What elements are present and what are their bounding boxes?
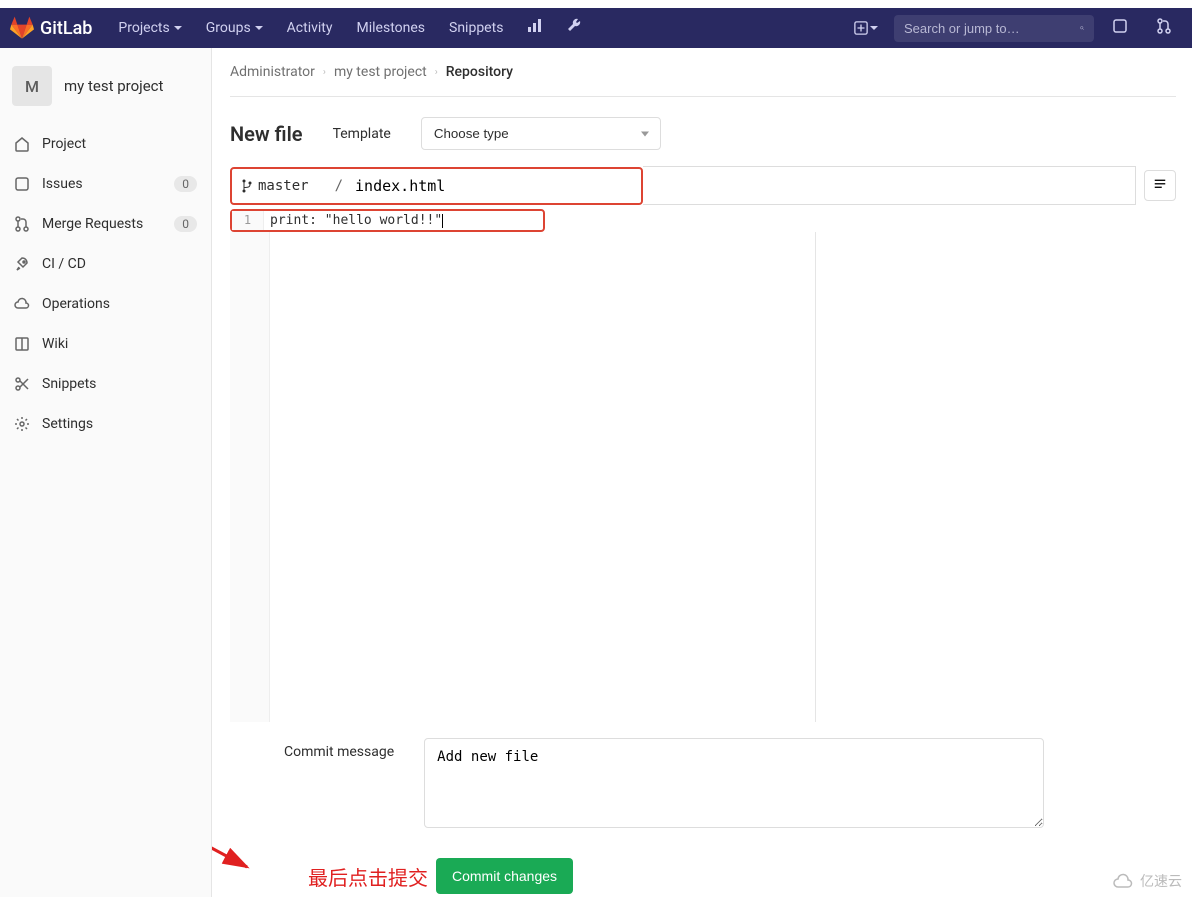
main-content: Administrator › my test project › Reposi…: [212, 48, 1192, 897]
filename-input[interactable]: [351, 175, 631, 197]
line-number: 1: [232, 211, 264, 230]
search-icon: [1080, 21, 1084, 35]
file-path-box: master /: [230, 167, 643, 205]
scissors-icon: [14, 376, 30, 392]
mr-count-badge: 0: [174, 216, 197, 232]
search-input[interactable]: [904, 21, 1080, 36]
sidebar-item-issues[interactable]: Issues 0: [0, 164, 211, 204]
code-editor-area[interactable]: [230, 232, 1176, 722]
editor-main[interactable]: [270, 232, 816, 722]
cloud-icon: [1112, 873, 1136, 889]
sidebar-item-cicd[interactable]: CI / CD: [0, 244, 211, 284]
sidebar-item-wiki[interactable]: Wiki: [0, 324, 211, 364]
path-extend-area: [643, 166, 1136, 205]
sidebar-project-header[interactable]: M my test project: [0, 56, 211, 116]
chevron-down-icon: [255, 26, 263, 30]
chevron-down-icon: [174, 26, 182, 30]
nav-issues-icon[interactable]: [1102, 8, 1138, 48]
nav-snippets[interactable]: Snippets: [439, 10, 513, 46]
nav-charts-icon[interactable]: [517, 8, 553, 48]
sidebar-item-project[interactable]: Project: [0, 124, 211, 164]
sidebar-item-snippets[interactable]: Snippets: [0, 364, 211, 404]
nav-projects[interactable]: Projects: [108, 10, 191, 46]
annotation-text: 最后点击提交: [308, 862, 428, 891]
template-select[interactable]: Choose type: [421, 117, 661, 150]
code-line[interactable]: print: "hello world!!": [264, 211, 543, 230]
branch-icon: [242, 178, 252, 194]
issues-icon: [14, 176, 30, 192]
commit-message-label: Commit message: [284, 738, 394, 760]
branch-selector[interactable]: master: [242, 178, 309, 194]
page-title: New file: [230, 122, 303, 146]
create-new-menu[interactable]: [846, 15, 886, 41]
editor-toolbar-button[interactable]: [1144, 170, 1176, 201]
nav-activity[interactable]: Activity: [277, 10, 343, 46]
plus-icon: [854, 21, 868, 35]
sidebar-item-operations[interactable]: Operations: [0, 284, 211, 324]
nav-admin-wrench-icon[interactable]: [557, 8, 593, 48]
editor-right-pane: [816, 232, 1176, 722]
breadcrumb-project[interactable]: my test project: [334, 64, 427, 80]
gear-icon: [14, 416, 30, 432]
editor-gutter: [230, 232, 270, 722]
global-search[interactable]: [894, 15, 1094, 42]
commit-changes-button[interactable]: Commit changes: [436, 858, 573, 894]
book-icon: [14, 336, 30, 352]
chevron-down-icon: [870, 26, 878, 30]
brand-text: GitLab: [40, 18, 92, 39]
project-sidebar: M my test project Project Issues 0 Merge…: [0, 48, 212, 897]
rocket-icon: [14, 256, 30, 272]
breadcrumb-root[interactable]: Administrator: [230, 64, 315, 80]
sidebar-item-settings[interactable]: Settings: [0, 404, 211, 444]
commit-message-input[interactable]: [424, 738, 1044, 828]
code-editor-highlighted: 1 print: "hello world!!": [230, 209, 545, 232]
nav-merge-requests-icon[interactable]: [1146, 8, 1182, 48]
list-icon: [1153, 177, 1167, 191]
template-label: Template: [333, 126, 391, 142]
nav-groups[interactable]: Groups: [196, 10, 273, 46]
chevron-right-icon: ›: [435, 67, 438, 78]
path-separator: /: [335, 178, 343, 194]
watermark: 亿速云: [1112, 871, 1182, 891]
project-avatar: M: [12, 66, 52, 106]
top-navbar: GitLab Projects Groups Activity Mileston…: [0, 8, 1192, 48]
chevron-right-icon: ›: [323, 67, 326, 78]
sidebar-item-merge-requests[interactable]: Merge Requests 0: [0, 204, 211, 244]
cloud-icon: [14, 296, 30, 312]
merge-request-icon: [14, 216, 30, 232]
gitlab-logo[interactable]: GitLab: [10, 16, 92, 40]
nav-milestones[interactable]: Milestones: [347, 10, 436, 46]
issues-count-badge: 0: [174, 176, 197, 192]
breadcrumb: Administrator › my test project › Reposi…: [230, 64, 1176, 97]
project-name: my test project: [64, 77, 163, 95]
gitlab-logo-icon: [10, 16, 34, 40]
home-icon: [14, 136, 30, 152]
breadcrumb-current: Repository: [446, 64, 513, 80]
